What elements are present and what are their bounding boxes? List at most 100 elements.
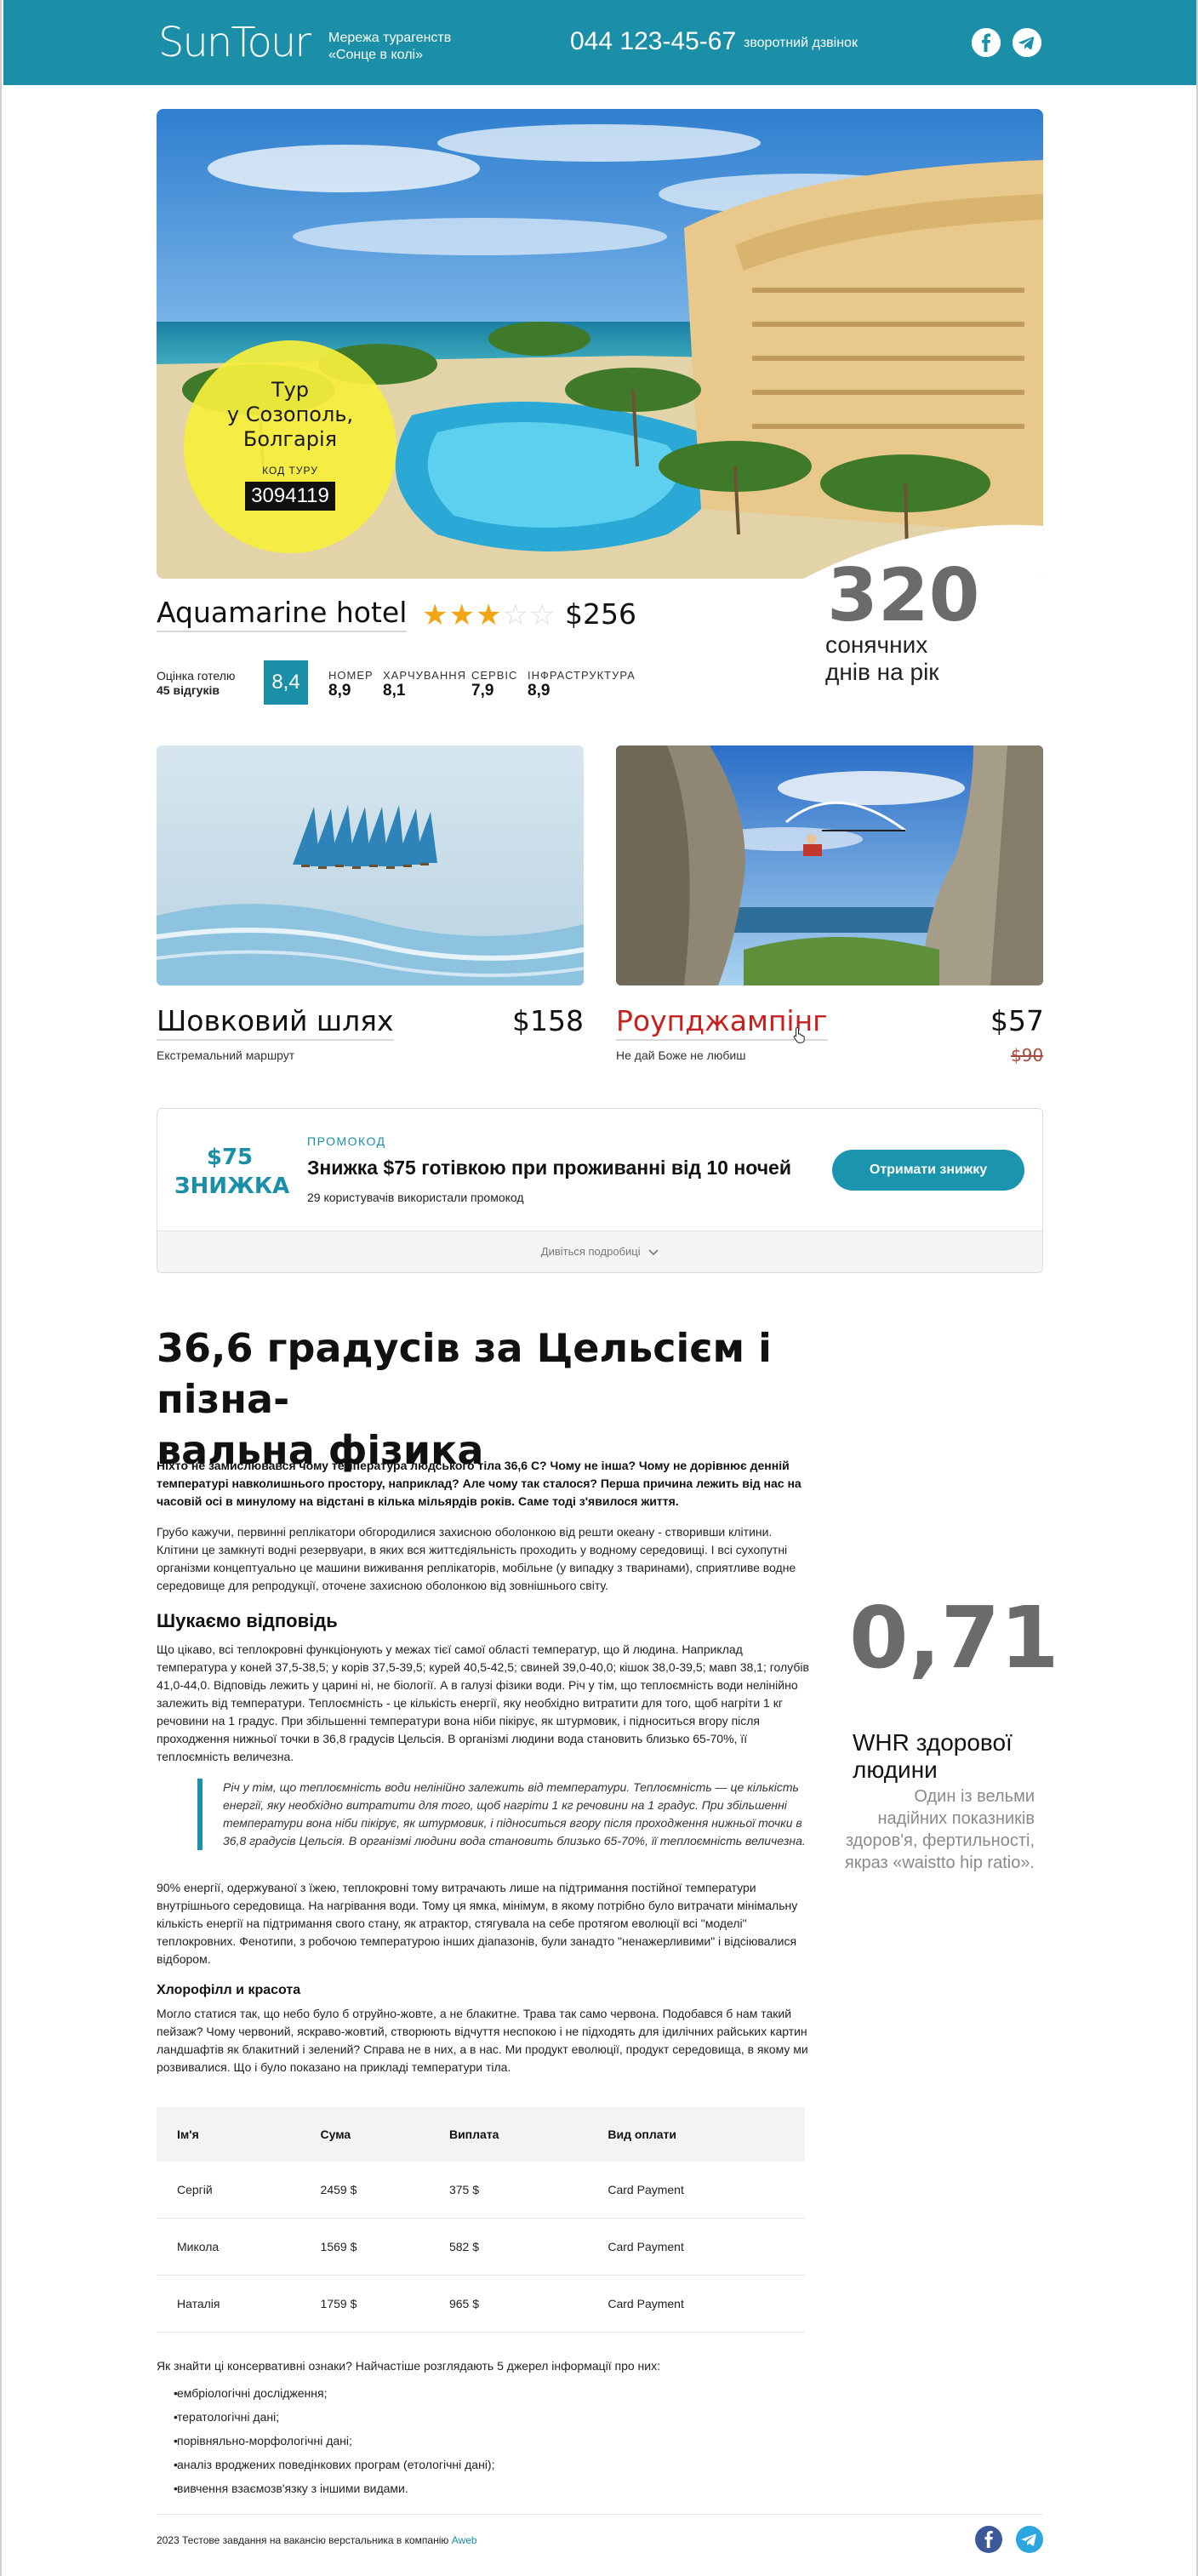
cursor-hand-icon <box>793 1026 807 1048</box>
silk-road-image[interactable] <box>157 745 584 985</box>
subscore-service: СЕРВІС 7,9 <box>471 669 517 700</box>
whr-number: 0,71 <box>849 1588 1059 1688</box>
site-header: SunTour Мережа турагенств «Сонце в колі»… <box>3 0 1196 85</box>
table-cell: Card Payment <box>587 2218 805 2276</box>
promo-amount: $75 ЗНИЖКА <box>174 1143 290 1201</box>
table-cell: Микола <box>157 2218 300 2276</box>
star-icon: ★ <box>422 599 449 631</box>
tagline-line: «Сонце в колі» <box>328 48 423 62</box>
footer-divider <box>157 2514 1043 2515</box>
table-cell: 1569 $ <box>300 2218 429 2276</box>
subscore-label: НОМЕР <box>328 669 374 682</box>
table-header: Вид оплати <box>587 2107 805 2162</box>
subscore-food: ХАРЧУВАННЯ 8,1 <box>383 669 466 700</box>
table-cell: 375 $ <box>428 2162 588 2219</box>
tour-code: 3094119 <box>245 482 335 511</box>
rating-score: 8,4 <box>264 660 308 705</box>
list-item: вивчення взаємозв'язку з іншими видами. <box>157 2476 494 2500</box>
subscore-room: НОМЕР 8,9 <box>328 669 374 700</box>
table-header-row: Ім'я Сума Виплата Вид оплати <box>157 2107 805 2162</box>
article-heading-answer: Шукаємо відповідь <box>157 1610 338 1631</box>
sources-list: ембріологічні дослідження; тератологічні… <box>157 2381 494 2500</box>
tagline-line: Мережа турагенств <box>328 31 452 45</box>
article-paragraph: Могло статися так, що небо було б отруйн… <box>157 2007 808 2074</box>
table-cell: Card Payment <box>587 2162 805 2219</box>
rope-jumping-old-price: $90 <box>1011 1045 1044 1065</box>
hotel-name[interactable]: Aquamarine hotel <box>157 596 408 632</box>
tour-title: Тур у Созополь, Болгарія <box>184 378 396 452</box>
tagline: Мережа турагенств «Сонце в колі» <box>328 30 451 64</box>
subscore-value: 8,9 <box>528 682 551 700</box>
list-item: аналіз вроджених поведінкових програм (е… <box>157 2453 494 2476</box>
table-header: Виплата <box>428 2107 588 2162</box>
star-empty-icon: ☆ <box>528 599 556 631</box>
facebook-icon[interactable] <box>975 2526 1002 2553</box>
list-intro: Як знайти ці консервативні ознаки? Найча… <box>157 2359 660 2373</box>
facebook-icon[interactable] <box>972 28 1001 57</box>
promo-subtitle: 29 користувачів використали промокод <box>307 1191 524 1204</box>
whr-text: Один із вельми надійних показників здоро… <box>844 1787 1035 1872</box>
telegram-icon[interactable] <box>1016 2526 1043 2553</box>
promo-title: Знижка $75 готівкою при проживанні від 1… <box>307 1157 791 1179</box>
article-paragraph: Що цікаво, всі теплокровні функціонують … <box>157 1642 809 1763</box>
subscore-value: 7,9 <box>471 682 494 700</box>
table-cell: 2459 $ <box>300 2162 429 2219</box>
subscore-label: СЕРВІС <box>471 669 518 682</box>
article-title-line: 36,6 градусів за Цельсієм і пізна- <box>157 1325 772 1422</box>
rope-jumping-image[interactable] <box>616 745 1043 985</box>
promo-amount-value: $75 <box>206 1145 254 1170</box>
tour-code-label: КОД ТУРУ <box>262 465 318 477</box>
rating-label: Оцінка готелю 45 відгуків <box>157 669 235 698</box>
logo[interactable]: SunTour <box>158 19 311 66</box>
table-cell: 965 $ <box>428 2275 588 2333</box>
chevron-down-icon <box>648 1232 659 1272</box>
star-empty-icon: ☆ <box>502 599 529 631</box>
promo-block: $75 ЗНИЖКА ПРОМОКОД Знижка $75 готівкою … <box>157 1108 1043 1273</box>
silk-road-subtitle: Екстремальний маршрут <box>157 1048 295 1062</box>
star-icon: ★ <box>448 599 476 631</box>
tour-badge: Тур у Созополь, Болгарія КОД ТУРУ 309411… <box>184 340 396 553</box>
footer-company-link[interactable]: Aweb <box>452 2534 477 2546</box>
page: SunTour Мережа турагенств «Сонце в колі»… <box>0 0 1198 2576</box>
list-item: тератологічні дані; <box>157 2405 494 2429</box>
table-cell: Card Payment <box>587 2275 805 2333</box>
subscore-label: ІНФРАСТРУКТУРА <box>528 669 636 682</box>
telegram-icon[interactable] <box>1013 28 1041 57</box>
list-item: порівняльно-морфологічні дані; <box>157 2429 494 2453</box>
silk-road-title[interactable]: Шовковий шлях <box>157 1004 394 1041</box>
star-icon: ★ <box>475 599 503 631</box>
table-header: Сума <box>300 2107 429 2162</box>
promo-details-toggle[interactable]: Дивіться подробиці <box>157 1231 1042 1272</box>
get-discount-button[interactable]: Отримати знижку <box>832 1150 1024 1191</box>
phone-number[interactable]: 044 123-45-67 <box>570 27 736 56</box>
payments-table: Ім'я Сума Виплата Вид оплати Сергій 2459… <box>157 2107 805 2333</box>
article-paragraph: 90% енергії, одержуваної з їжею, теплокр… <box>157 1881 798 1966</box>
rating-caption: Оцінка готелю <box>157 669 236 683</box>
table-row: Наталія 1759 $ 965 $ Card Payment <box>157 2275 805 2333</box>
reviews-count[interactable]: 45 відгуків <box>157 683 220 697</box>
rope-jumping-price: $57 <box>990 1004 1044 1037</box>
tour-title-line: Болгарія <box>242 427 338 451</box>
subscore-value: 8,9 <box>328 682 351 700</box>
promo-details-label: Дивіться подробиці <box>540 1245 641 1258</box>
footer-text: 2023 Тестове завдання на вакансію верста… <box>157 2534 477 2546</box>
table-header: Ім'я <box>157 2107 300 2162</box>
article-quote: Річ у тім, що теплоємність води нелінійн… <box>197 1779 812 1850</box>
subscore-value: 8,1 <box>383 682 406 700</box>
hotel-price: $256 <box>565 597 636 631</box>
star-rating: ★★★☆☆ <box>422 598 556 632</box>
promo-amount-word: ЗНИЖКА <box>174 1174 290 1199</box>
table-row: Микола 1569 $ 582 $ Card Payment <box>157 2218 805 2276</box>
table-cell: Сергій <box>157 2162 300 2219</box>
promo-label: ПРОМОКОД <box>307 1134 386 1148</box>
sunny-days-line: днів на рік <box>825 659 939 685</box>
sunny-days-line: сонячних <box>825 631 928 658</box>
article-heading-chlorophyll: Хлорофілл и красота <box>157 1983 301 1997</box>
article-paragraph: Грубо кажучи, первинні реплікатори обгор… <box>157 1525 796 1592</box>
table-cell: 1759 $ <box>300 2275 429 2333</box>
whr-title: WHR здорової людини <box>853 1729 1013 1783</box>
tour-title-line: Тур <box>271 378 310 402</box>
callback-link[interactable]: зворотний дзвінок <box>744 36 858 51</box>
rope-jumping-subtitle: Не дай Боже не любиш <box>616 1048 746 1062</box>
silk-road-price: $158 <box>512 1004 584 1037</box>
